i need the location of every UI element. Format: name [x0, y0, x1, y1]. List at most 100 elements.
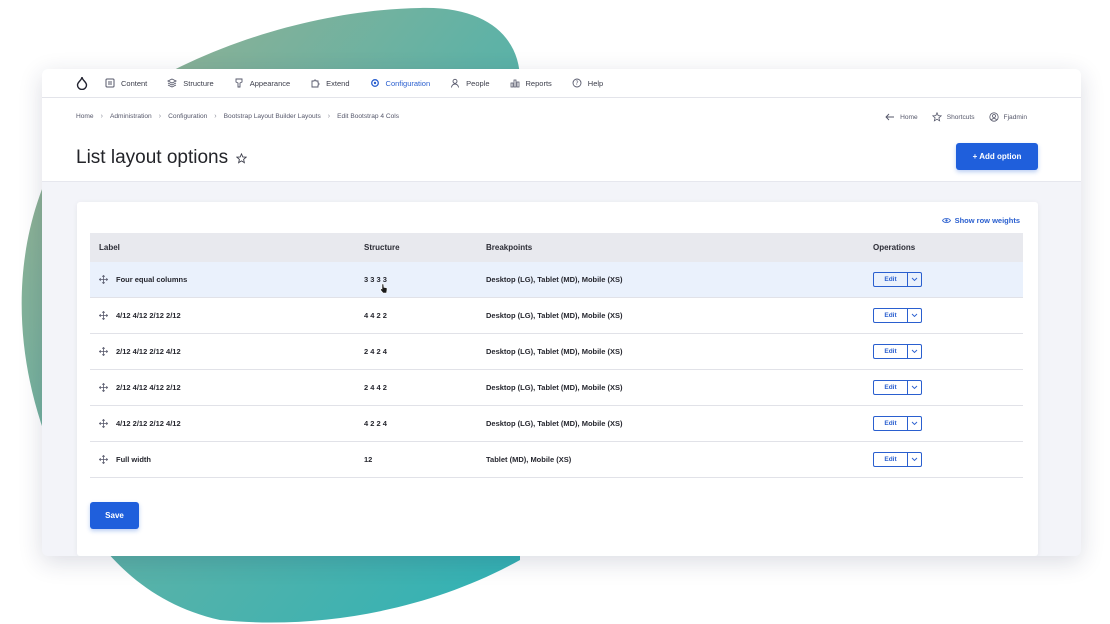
user-link[interactable]: Fjadmin	[988, 112, 1027, 122]
row-label: 2/12 4/12 2/12 4/12	[116, 347, 181, 356]
edit-dropbutton: Edit	[873, 416, 922, 431]
help-icon: ?	[572, 78, 582, 88]
drag-handle-icon[interactable]	[99, 311, 108, 320]
drag-handle-icon[interactable]	[99, 275, 108, 284]
toolbar-item-reports[interactable]: Reports	[510, 69, 552, 98]
edit-dropbutton: Edit	[873, 308, 922, 323]
save-button[interactable]: Save	[90, 502, 139, 529]
mouse-pointer-icon	[380, 283, 388, 294]
row-structure: 4 2 2 4	[364, 419, 387, 428]
drag-handle-icon[interactable]	[99, 347, 108, 356]
toolbar-item-configuration[interactable]: Configuration	[370, 69, 431, 98]
layout-options-table: Label Structure Breakpoints Operations F…	[90, 233, 1023, 478]
reports-icon	[510, 79, 519, 88]
add-option-button[interactable]: + Add option	[956, 143, 1038, 170]
extend-icon	[311, 79, 320, 88]
drag-handle-icon[interactable]	[99, 455, 108, 464]
breadcrumb-link-home[interactable]: Home	[76, 113, 94, 120]
toolbar-item-label: Appearance	[249, 78, 291, 88]
chevron-down-icon[interactable]	[908, 273, 921, 286]
breadcrumb: Home › Administration › Configuration › …	[76, 113, 399, 120]
home-link[interactable]: Home	[885, 113, 918, 121]
edit-button[interactable]: Edit	[874, 381, 908, 394]
edit-button[interactable]: Edit	[874, 309, 908, 322]
home-link-label: Home	[900, 113, 918, 121]
edit-button[interactable]: Edit	[874, 345, 908, 358]
edit-button[interactable]: Edit	[874, 417, 908, 430]
column-header-structure: Structure	[364, 243, 400, 252]
chevron-down-icon[interactable]	[908, 417, 921, 430]
header-right-links: Home Shortcuts Fjadmin	[871, 112, 1027, 122]
drag-handle-icon[interactable]	[99, 383, 108, 392]
toolbar-item-label: Help	[587, 78, 604, 88]
edit-button[interactable]: Edit	[874, 453, 908, 466]
row-structure: 4 4 2 2	[364, 311, 387, 320]
edit-dropbutton: Edit	[873, 452, 922, 467]
toolbar-item-help[interactable]: ? Help	[572, 69, 603, 98]
drag-handle-icon[interactable]	[99, 419, 108, 428]
toolbar-item-structure[interactable]: Structure	[167, 69, 214, 98]
stage: Content Structure Appearance Extend Conf…	[0, 0, 1110, 624]
column-header-breakpoints: Breakpoints	[486, 243, 533, 252]
toolbar-item-label: People	[466, 78, 490, 88]
admin-toolbar: Content Structure Appearance Extend Conf…	[42, 69, 1081, 98]
show-row-weights-label: Show row weights	[954, 216, 1020, 225]
appearance-icon	[235, 78, 243, 88]
column-header-operations: Operations	[873, 243, 916, 252]
breadcrumb-link-administration[interactable]: Administration	[110, 113, 152, 120]
row-breakpoints: Desktop (LG), Tablet (MD), Mobile (XS)	[486, 275, 623, 284]
row-label: Four equal columns	[116, 275, 188, 284]
drupal-logo-icon[interactable]	[76, 76, 88, 90]
shortcuts-link[interactable]: Shortcuts	[931, 112, 975, 122]
page-header	[42, 98, 1081, 182]
show-row-weights-link[interactable]: Show row weights	[941, 216, 1020, 225]
table-row: 4/12 2/12 2/12 4/12 4 2 2 4 Desktop (LG)…	[90, 406, 1023, 442]
row-label: 2/12 4/12 4/12 2/12	[116, 383, 181, 392]
toolbar-item-label: Configuration	[385, 78, 431, 88]
toolbar-item-people[interactable]: People	[450, 69, 490, 98]
breadcrumb-separator-icon: ›	[327, 113, 331, 120]
row-structure: 2 4 4 2	[364, 383, 387, 392]
breadcrumb-separator-icon: ›	[100, 113, 103, 120]
row-label: 4/12 4/12 2/12 2/12	[116, 311, 181, 320]
page-title-text: List layout options	[76, 147, 229, 168]
edit-dropbutton: Edit	[873, 380, 922, 395]
row-breakpoints: Desktop (LG), Tablet (MD), Mobile (XS)	[486, 383, 623, 392]
admin-window: Content Structure Appearance Extend Conf…	[42, 69, 1081, 556]
toolbar-item-label: Reports	[525, 78, 552, 88]
breadcrumb-separator-icon: ›	[158, 113, 162, 120]
chevron-down-icon[interactable]	[908, 345, 921, 358]
chevron-down-icon[interactable]	[908, 453, 921, 466]
column-header-label: Label	[99, 243, 120, 252]
content-icon	[105, 78, 115, 88]
row-label: 4/12 2/12 2/12 4/12	[116, 419, 181, 428]
table-row: Four equal columns 3 3 3 3 Desktop (LG),…	[90, 262, 1023, 298]
breadcrumb-current: Edit Bootstrap 4 Cols	[337, 113, 400, 120]
row-breakpoints: Desktop (LG), Tablet (MD), Mobile (XS)	[486, 419, 623, 428]
chevron-down-icon[interactable]	[908, 381, 921, 394]
toolbar-item-extend[interactable]: Extend	[310, 69, 350, 98]
chevron-down-icon[interactable]	[908, 309, 921, 322]
edit-dropbutton: Edit	[873, 344, 922, 359]
edit-button[interactable]: Edit	[874, 273, 908, 286]
eye-icon	[941, 218, 951, 223]
shortcuts-link-label: Shortcuts	[946, 113, 975, 121]
table-header: Label Structure Breakpoints Operations	[90, 233, 1023, 262]
toolbar-item-content[interactable]: Content	[105, 69, 147, 98]
configuration-icon	[370, 79, 379, 87]
svg-text:?: ?	[575, 80, 578, 87]
breadcrumb-link-configuration[interactable]: Configuration	[168, 113, 207, 120]
favorite-star-icon[interactable]	[236, 152, 248, 164]
row-breakpoints: Desktop (LG), Tablet (MD), Mobile (XS)	[486, 347, 623, 356]
breadcrumb-link-layouts[interactable]: Bootstrap Layout Builder Layouts	[224, 113, 321, 120]
arrow-left-icon	[885, 113, 895, 121]
toolbar-item-appearance[interactable]: Appearance	[234, 69, 290, 98]
row-breakpoints: Desktop (LG), Tablet (MD), Mobile (XS)	[486, 311, 623, 320]
table-row: Full width 12 Tablet (MD), Mobile (XS) E…	[90, 442, 1023, 478]
breadcrumb-separator-icon: ›	[214, 113, 217, 120]
table-row: 2/12 4/12 4/12 2/12 2 4 4 2 Desktop (LG)…	[90, 370, 1023, 406]
row-label: Full width	[116, 455, 151, 464]
row-structure: 2 4 2 4	[364, 347, 387, 356]
edit-dropbutton: Edit	[873, 272, 922, 287]
people-icon	[451, 78, 460, 88]
